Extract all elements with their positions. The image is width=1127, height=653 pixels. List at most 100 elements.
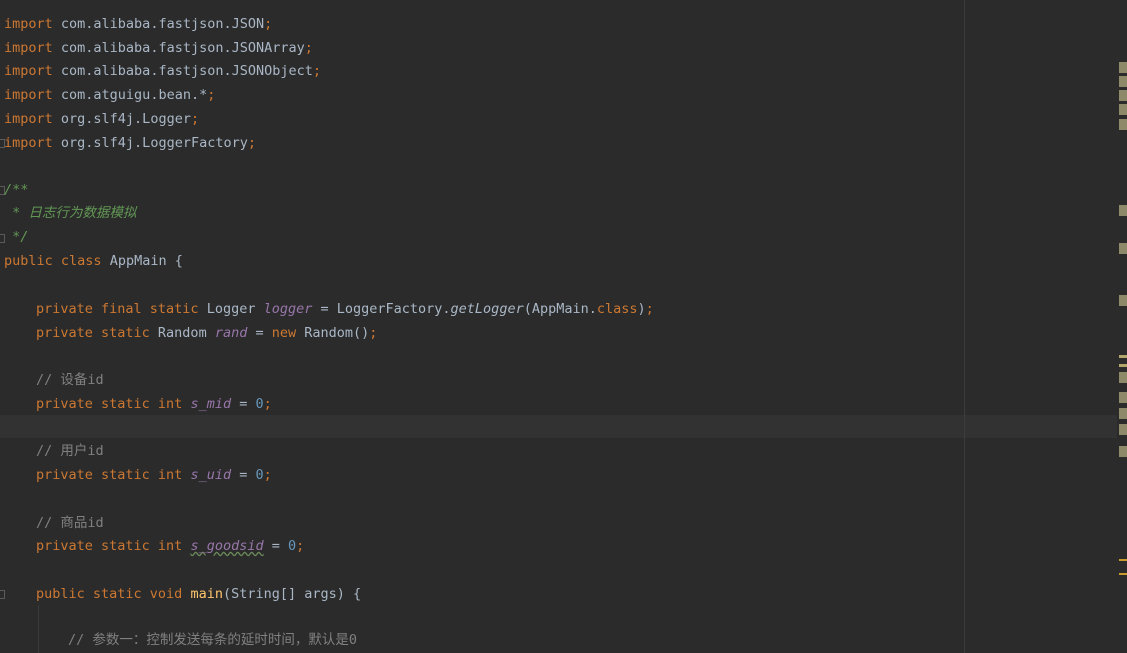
semicolon: ;: [190, 111, 200, 127]
semicolon: ;: [296, 538, 305, 554]
code-text: =: [247, 325, 272, 341]
code-line[interactable]: import com.alibaba.fastjson.JSONArray;: [0, 37, 313, 60]
code-line[interactable]: // 商品id: [0, 512, 104, 535]
keyword: public static void: [36, 586, 183, 602]
stripe-marker[interactable]: [1119, 104, 1127, 115]
keyword: class: [60, 253, 102, 269]
code-line[interactable]: // 参数一：控制发送每条的延时时间，默认是0: [0, 629, 357, 652]
semicolon: ;: [304, 40, 313, 56]
stripe-marker[interactable]: [1119, 446, 1127, 457]
code-line[interactable]: /**: [0, 179, 28, 202]
field-name: rand: [214, 325, 248, 341]
code-line[interactable]: public static void main(String[] args) {: [0, 583, 361, 606]
stripe-marker[interactable]: [1119, 408, 1127, 419]
keyword: class: [596, 301, 638, 317]
code-line[interactable]: import com.atguigu.bean.*;: [0, 84, 215, 107]
stripe-marker[interactable]: [1119, 76, 1127, 87]
warning-stripe-marker[interactable]: [1119, 559, 1127, 561]
doc-comment: * 日志行为数据模拟: [4, 205, 137, 221]
semicolon: ;: [645, 301, 654, 317]
type-name: Logger: [198, 301, 264, 317]
type-name: Random: [149, 325, 215, 341]
semicolon: ;: [264, 16, 273, 32]
code-line[interactable]: import org.slf4j.Logger;: [0, 108, 199, 131]
field-name: s_mid: [190, 396, 232, 412]
keyword: private final static: [36, 301, 199, 317]
right-margin-guide: [964, 0, 965, 653]
import-path: com.alibaba.fastjson.JSON: [52, 16, 265, 32]
keyword: import: [4, 63, 53, 79]
method-name: main: [190, 586, 223, 602]
import-path: com.atguigu.bean.*: [52, 87, 208, 103]
code-line[interactable]: private static int s_uid = 0;: [0, 464, 272, 487]
code-line[interactable]: */: [0, 226, 28, 249]
keyword: new: [271, 325, 297, 341]
keyword: private static int: [36, 538, 183, 554]
stripe-marker[interactable]: [1119, 90, 1127, 101]
method-call: getLogger: [450, 301, 524, 317]
code-line[interactable]: * 日志行为数据模拟: [0, 202, 136, 225]
semicolon: ;: [207, 87, 216, 103]
stripe-marker[interactable]: [1119, 392, 1127, 403]
import-path: org.slf4j.LoggerFactory: [52, 135, 248, 151]
semicolon: ;: [263, 467, 272, 483]
code-text: ): [637, 301, 646, 317]
code-text: = LoggerFactory.: [312, 301, 451, 317]
stripe-marker[interactable]: [1119, 119, 1127, 130]
semicolon: ;: [247, 135, 256, 151]
stripe-marker[interactable]: [1119, 295, 1127, 306]
keyword: private static int: [36, 396, 183, 412]
number-literal: 0: [288, 538, 297, 554]
code-line[interactable]: private final static Logger logger = Log…: [0, 298, 654, 321]
stripe-marker[interactable]: [1119, 243, 1127, 254]
code-text: (AppMain.: [523, 301, 597, 317]
import-path: com.alibaba.fastjson.JSONObject: [52, 63, 313, 79]
code-text: Random(): [296, 325, 370, 341]
stripe-marker[interactable]: [1119, 372, 1127, 383]
warning-stripe-marker[interactable]: [1119, 573, 1127, 575]
stripe-marker[interactable]: [1119, 205, 1127, 216]
line-comment: // 商品id: [36, 515, 104, 531]
code-line[interactable]: import com.alibaba.fastjson.JSON;: [0, 13, 272, 36]
stripe-marker[interactable]: [1119, 424, 1127, 435]
code-text: =: [231, 467, 256, 483]
keyword: private static: [36, 325, 150, 341]
code-editor[interactable]: import com.alibaba.fastjson.JSON; import…: [0, 0, 1127, 653]
keyword: import: [4, 40, 53, 56]
import-path: com.alibaba.fastjson.JSONArray: [52, 40, 305, 56]
code-line[interactable]: public class AppMain {: [0, 250, 183, 273]
stripe-marker[interactable]: [1119, 62, 1127, 73]
keyword: import: [4, 135, 53, 151]
line-comment: // 设备id: [36, 372, 104, 388]
code-line[interactable]: private static int s_mid = 0;: [0, 393, 272, 416]
code-text: =: [231, 396, 256, 412]
keyword: import: [4, 111, 53, 127]
field-name: s_uid: [190, 467, 232, 483]
keyword: import: [4, 87, 53, 103]
line-comment: // 用户id: [36, 443, 104, 459]
keyword: public: [4, 253, 53, 269]
keyword: import: [4, 16, 53, 32]
code-line[interactable]: // 设备id: [0, 369, 104, 392]
code-text: =: [263, 538, 288, 554]
number-literal: 0: [255, 467, 264, 483]
keyword: private static int: [36, 467, 183, 483]
stripe-marker[interactable]: [1119, 355, 1127, 358]
field-name: s_goodsid: [190, 538, 264, 554]
code-line[interactable]: // 用户id: [0, 440, 104, 463]
import-path: org.slf4j.Logger: [52, 111, 191, 127]
number-literal: 0: [255, 396, 264, 412]
semicolon: ;: [312, 63, 322, 79]
code-line[interactable]: private static Random rand = new Random(…: [0, 322, 377, 345]
stripe-marker[interactable]: [1119, 364, 1127, 367]
field-name: logger: [263, 301, 313, 317]
code-text: (String[] args) {: [222, 586, 362, 602]
current-line-highlight: [0, 415, 1117, 438]
doc-comment: */: [4, 229, 29, 245]
code-line[interactable]: import com.alibaba.fastjson.JSONObject;: [0, 60, 321, 83]
code-line[interactable]: private static int s_goodsid = 0;: [0, 535, 304, 558]
line-comment: // 参数一：控制发送每条的延时时间，默认是0: [68, 632, 358, 648]
semicolon: ;: [369, 325, 378, 341]
semicolon: ;: [263, 396, 272, 412]
code-line[interactable]: import org.slf4j.LoggerFactory;: [0, 132, 256, 155]
